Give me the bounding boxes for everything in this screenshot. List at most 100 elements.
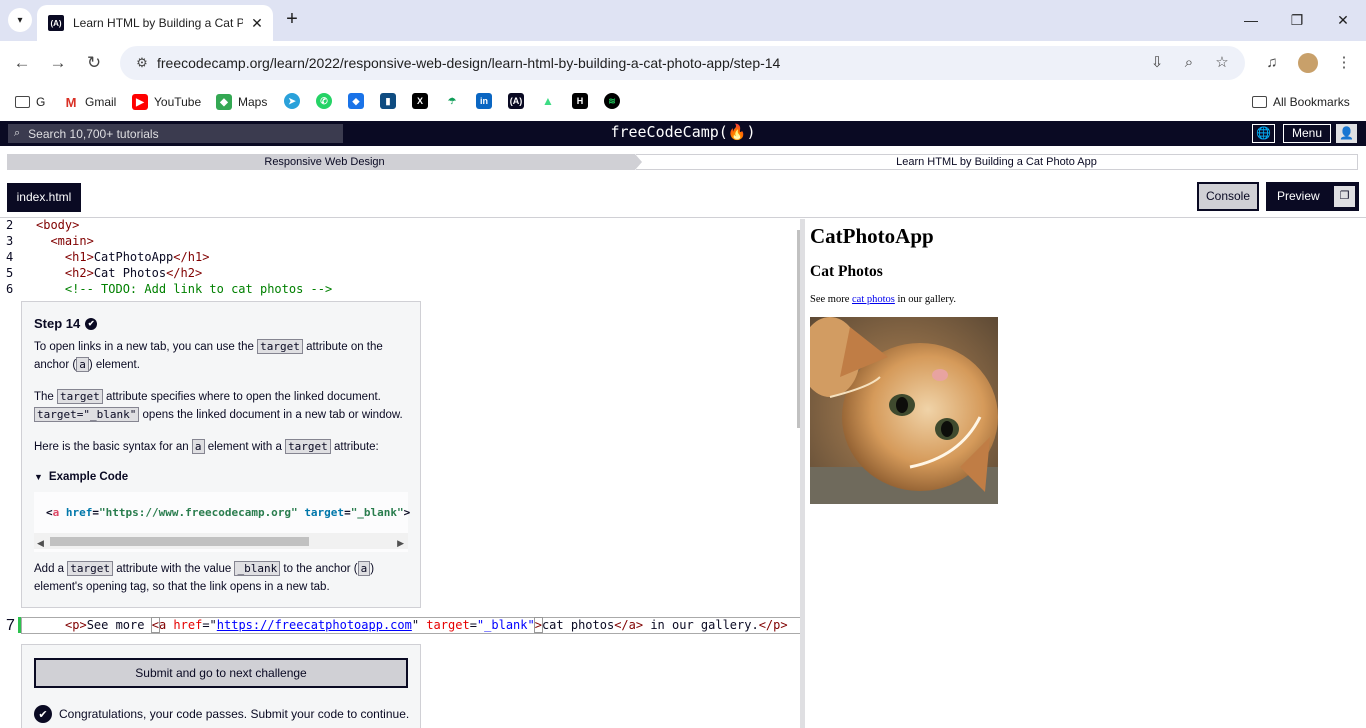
code-text[interactable]: <h2>Cat Photos</h2> [36,265,202,281]
code-line[interactable]: 3 <main> [0,233,800,249]
preview-label: Preview [1277,189,1320,203]
search-bar[interactable]: ⌕ Search 10,700+ tutorials [8,124,343,143]
text: element with a [204,441,286,453]
bookmark-label: Gmail [85,95,117,109]
bookmark-maps[interactable]: ◆ Maps [216,92,267,112]
file-tab-index-html[interactable]: index.html [7,183,81,212]
breadcrumb-superblock[interactable]: Responsive Web Design [7,154,642,170]
x-icon[interactable]: X [412,93,428,109]
editor-tabs-bar: index.html Console Preview ❐ [0,179,1366,218]
horizontal-scrollbar[interactable]: ◀ ▶ [34,533,408,549]
text: attribute with the value [113,563,235,575]
code-line[interactable]: 4 <h1>CatPhotoApp</h1> [0,249,800,265]
back-arrow-icon[interactable]: ← [10,51,34,75]
success-text: Congratulations, your code passes. Submi… [59,707,410,721]
android-icon[interactable]: ▲ [540,93,556,109]
text: See more [810,294,852,305]
new-tab-button[interactable]: + [282,9,302,30]
whatsapp-icon[interactable]: ✆ [316,93,332,109]
all-bookmarks[interactable]: All Bookmarks [1252,92,1350,112]
scroll-left-icon[interactable]: ◀ [37,534,44,552]
linkedin-icon[interactable]: in [476,93,492,109]
step-instructions: Step 14 ✔ To open links in a new tab, yo… [21,301,421,608]
triangle-down-icon: ▼ [34,472,43,482]
maps-icon: ◆ [216,94,232,110]
bookmark-g[interactable]: G [15,92,45,112]
preview-heading-2: Cat Photos [810,263,883,280]
scrollbar-thumb[interactable] [50,537,309,546]
code-text[interactable]: <h1>CatPhotoApp</h1> [36,249,210,265]
user-avatar-icon[interactable]: 👤 [1336,124,1357,143]
chrome-menu-icon[interactable]: ⋮ [1334,53,1354,73]
minimize-window-button[interactable]: — [1241,10,1261,30]
reload-icon[interactable]: ↻ [82,51,106,75]
instruction-paragraph: Here is the basic syntax for an a elemen… [34,438,408,456]
freecodecamp-icon[interactable]: (A) [508,93,524,109]
code-line[interactable]: 5 <h2>Cat Photos</h2> [0,265,800,281]
site-info-icon[interactable]: ⚙ [133,54,151,72]
media-control-icon[interactable]: ♫ [1262,53,1282,73]
tab-search-button[interactable]: ▾ [8,8,32,32]
menu-button[interactable]: Menu [1283,124,1331,143]
address-bar[interactable]: ⚙ freecodecamp.org/learn/2022/responsive… [120,46,1245,80]
cat-photo-image [810,317,998,504]
language-globe-icon[interactable]: 🌐 [1252,124,1275,143]
browser-toolbar: ← → ↻ ⚙ freecodecamp.org/learn/2022/resp… [0,41,1366,85]
telegram-icon[interactable]: ➤ [284,93,300,109]
browser-tab-active[interactable]: (A) Learn HTML by Building a Cat P ✕ [37,5,273,41]
code-text[interactable]: <body> [36,219,79,233]
code-text[interactable]: <p>See more <a href="https://freecatphot… [65,617,788,633]
zoom-icon[interactable]: ⌕ [1180,54,1198,72]
example-code-toggle[interactable]: ▼ Example Code [34,468,408,486]
url-text[interactable]: freecodecamp.org/learn/2022/responsive-w… [157,55,780,71]
code-text[interactable]: <main> [36,233,93,249]
preview-pane: CatPhotoApp Cat Photos See more cat phot… [805,219,1366,728]
popout-icon[interactable]: ❐ [1334,186,1355,207]
instruction-paragraph: To open links in a new tab, you can use … [34,338,408,374]
inline-code: target [57,389,103,404]
code-line[interactable]: 6 <!-- TODO: Add link to cat photos --> [0,281,800,297]
bookmark-gmail[interactable]: M Gmail [63,92,116,112]
install-app-icon[interactable]: ⇩ [1148,54,1166,72]
bookmark-star-icon[interactable]: ☆ [1213,54,1231,72]
inline-code: a [357,561,371,576]
bookmark-app-icon[interactable]: ◆ [348,93,364,109]
line-number: 3 [6,234,14,248]
preview-heading-1: CatPhotoApp [810,224,934,248]
bookmark-app-icon[interactable]: ☂ [444,93,460,109]
code-editor[interactable]: 2 <body> 3 <main> 4 <h1>CatPhotoApp</h1> 5 <… [0,219,800,728]
console-button[interactable]: Console [1197,182,1259,211]
close-window-button[interactable]: ✕ [1333,10,1353,30]
all-bookmarks-label: All Bookmarks [1273,95,1350,109]
instruction-paragraph: The target attribute specifies where to … [34,388,408,424]
bookmark-youtube[interactable]: ▶ YouTube [132,92,201,112]
preview-paragraph: See more cat photos in our gallery. [810,294,956,305]
example-code-text: <a href="https://www.freecodecamp.org" t… [46,506,411,519]
tab-close-icon[interactable]: ✕ [249,15,265,31]
preview-button[interactable]: Preview ❐ [1266,182,1359,211]
submit-next-challenge-button[interactable]: Submit and go to next challenge [34,658,408,688]
bookmark-label: G [36,95,46,109]
breadcrumb: Responsive Web Design Learn HTML by Buil… [0,146,1366,179]
youtube-icon: ▶ [132,94,148,110]
cat-photos-link[interactable]: cat photos [852,294,895,305]
code-text[interactable]: <!-- TODO: Add link to cat photos --> [36,281,332,297]
submit-panel: Submit and go to next challenge ✔ Congra… [21,644,421,728]
spotify-icon[interactable]: ≋ [604,93,620,109]
bookmark-app-icon[interactable]: H [572,93,588,109]
code-line[interactable]: 2 <body> [0,219,800,233]
inline-code: a [191,439,205,454]
restore-window-button[interactable]: ❐ [1287,10,1307,30]
forward-arrow-icon[interactable]: → [46,51,70,75]
scroll-right-icon[interactable]: ▶ [397,534,404,552]
text: To open links in a new tab, you can use … [34,341,258,353]
editable-code-line[interactable]: 7 <p>See more <a href="https://freecatph… [0,617,800,634]
fcc-logo[interactable]: freeCodeCamp(🔥) [540,123,826,141]
line-number: 2 [6,219,14,232]
bookmark-app-icon[interactable]: ▮ [380,93,396,109]
profile-avatar[interactable] [1298,53,1318,73]
text: to the anchor ( [280,563,358,575]
breadcrumb-block[interactable]: Learn HTML by Building a Cat Photo App [636,154,1358,170]
inline-code: target="_blank" [34,407,140,422]
search-placeholder[interactable]: Search 10,700+ tutorials [28,127,158,141]
